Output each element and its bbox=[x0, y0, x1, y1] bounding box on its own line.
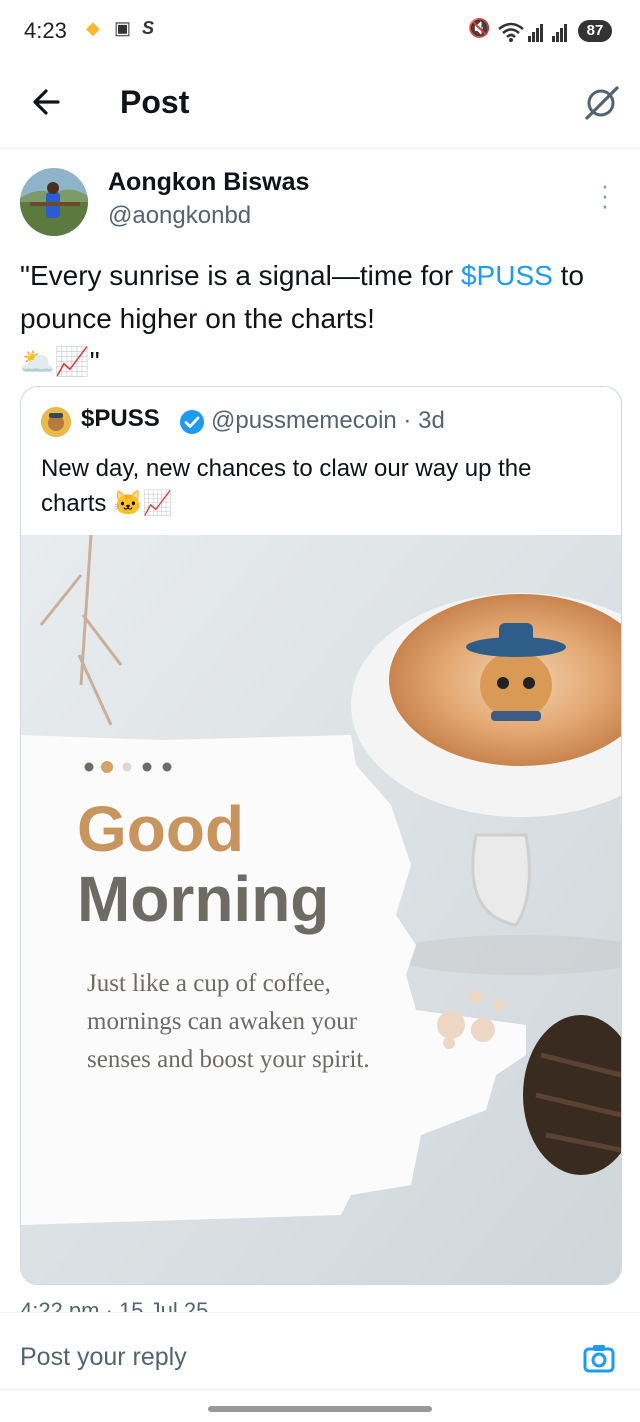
author-handle[interactable]: @aongkonbd bbox=[108, 202, 251, 230]
image-heading-morning: Morning bbox=[77, 863, 329, 935]
status-time: 4:23 bbox=[24, 18, 67, 43]
quote-text: New day, new chances to claw our way up … bbox=[41, 455, 532, 517]
signal-icon bbox=[552, 24, 567, 42]
grok-icon[interactable] bbox=[582, 82, 622, 122]
battery-indicator: 87 bbox=[578, 20, 612, 42]
page-title: Post bbox=[120, 84, 190, 120]
post-text-part: "Every sunrise is a signal—time for bbox=[20, 260, 461, 291]
arrow-left-icon[interactable] bbox=[28, 82, 68, 122]
image-body-text: Just like a cup of coffee, mornings can … bbox=[87, 970, 370, 1073]
home-indicator[interactable] bbox=[208, 1406, 432, 1412]
binance-icon: ◆ bbox=[86, 18, 100, 38]
top-app-bar: Post bbox=[0, 64, 640, 149]
post-text: "Every sunrise is a signal—time for $PUS… bbox=[20, 254, 620, 383]
image-heading-good: Good bbox=[77, 793, 244, 865]
quote-avatar bbox=[41, 407, 71, 437]
quoted-post[interactable]: $PUSS @pussmemecoin · 3d New day, new ch… bbox=[20, 386, 622, 1285]
author-name[interactable]: Aongkon Biswas bbox=[108, 168, 309, 197]
wifi-icon bbox=[498, 22, 524, 42]
quote-image[interactable]: Good Morning Just like a cup of coffee, … bbox=[21, 535, 621, 1284]
more-options-icon[interactable]: · · · bbox=[595, 172, 615, 218]
post-emojis: 🌥️📈" bbox=[20, 346, 100, 377]
reply-bar: Post your reply bbox=[0, 1312, 640, 1390]
screen-record-icon: ▣ bbox=[114, 18, 132, 38]
cashtag-link[interactable]: $PUSS bbox=[461, 260, 553, 291]
author-avatar[interactable] bbox=[20, 168, 88, 236]
post-timestamp: 4:22 pm · 15 Jul 25 bbox=[20, 1298, 209, 1312]
quote-handle: @pussmemecoin · 3d bbox=[211, 407, 445, 434]
mute-vibrate-icon: 🔇 bbox=[468, 18, 491, 38]
s-app-icon: S bbox=[142, 18, 155, 38]
verified-badge-icon bbox=[180, 410, 204, 434]
good-morning-image: Good Morning bbox=[21, 535, 621, 1284]
camera-icon[interactable] bbox=[582, 1341, 616, 1375]
signal-icon bbox=[528, 24, 543, 42]
status-bar: 4:23 ◆ ▣ S 🔇 87 bbox=[0, 0, 640, 64]
quote-author-name: $PUSS bbox=[81, 405, 160, 432]
reply-input[interactable]: Post your reply bbox=[20, 1343, 187, 1372]
